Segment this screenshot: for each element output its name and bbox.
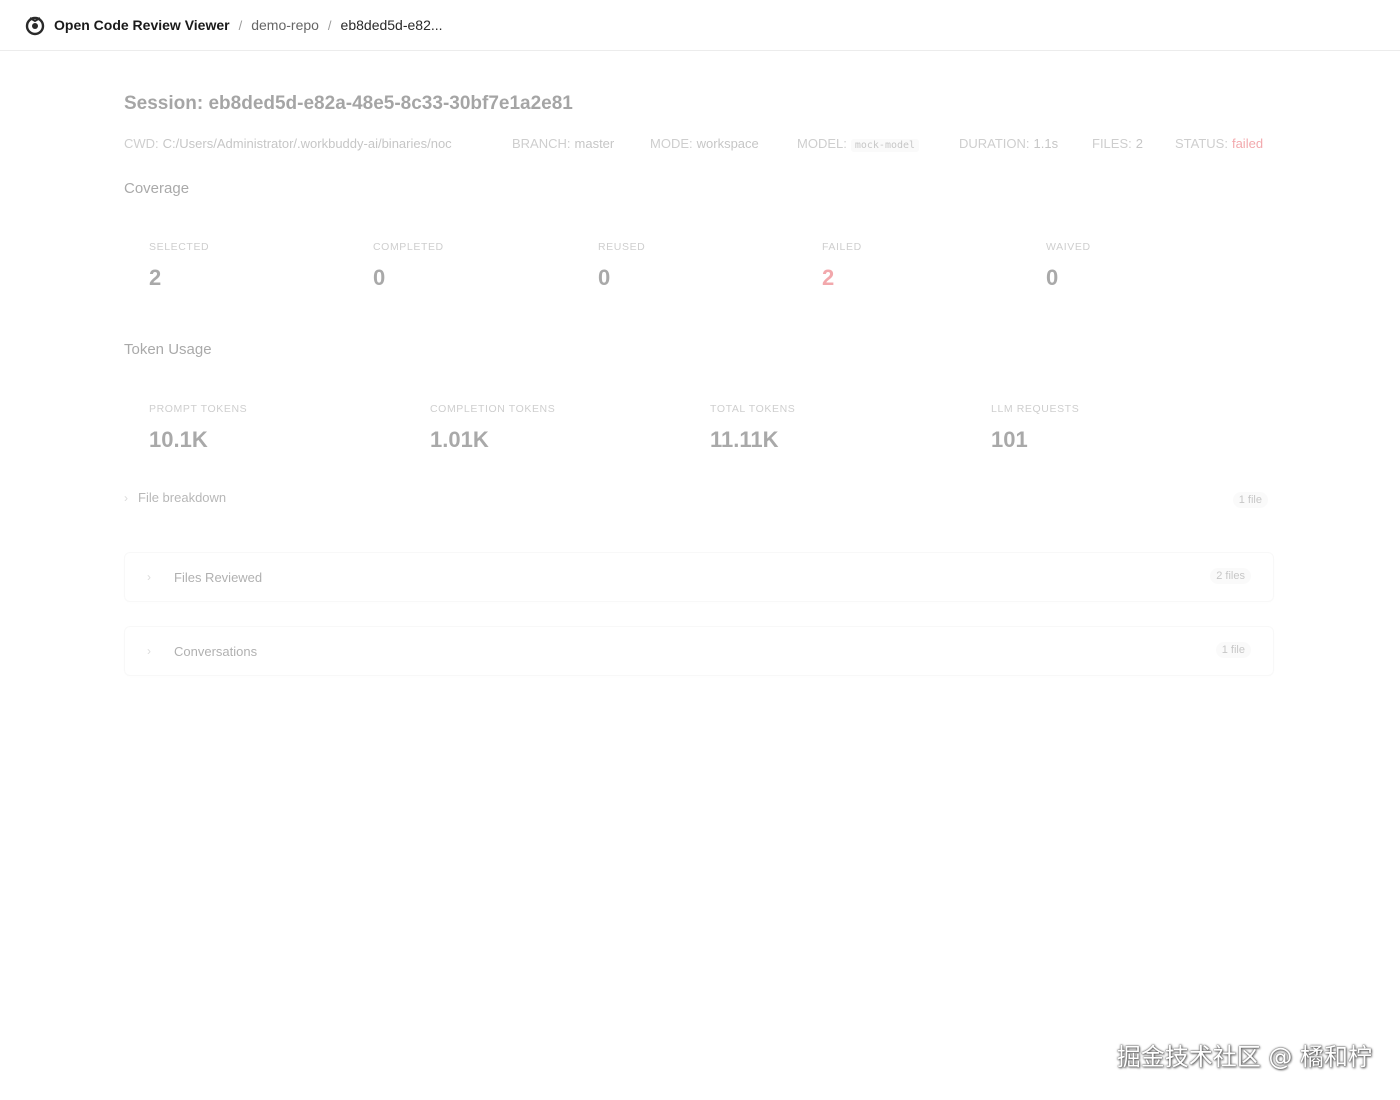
stat-llm-requests: LLM REQUESTS 101 xyxy=(991,403,1079,453)
chevron-right-icon: › xyxy=(147,644,151,658)
conversations-section[interactable]: › Conversations 1 file xyxy=(124,626,1274,676)
meta-mode-value: workspace xyxy=(696,136,759,151)
breadcrumb-app-name[interactable]: Open Code Review Viewer xyxy=(54,17,230,33)
chevron-right-icon: › xyxy=(124,491,128,505)
stat-failed: FAILED 2 xyxy=(822,241,862,291)
breadcrumb-separator: / xyxy=(327,17,332,33)
session-metadata: CWD: C:/Users/Administrator/.workbuddy-ai… xyxy=(124,136,1274,154)
stat-value: 1.01K xyxy=(430,427,489,452)
meta-branch: BRANCH: master xyxy=(512,136,614,151)
watermark: 掘金技术社区 @ 橘和柠 xyxy=(1116,1043,1372,1071)
meta-status: STATUS: failed xyxy=(1175,136,1263,151)
meta-duration: DURATION: 1.1s xyxy=(959,136,1058,151)
files-reviewed-section[interactable]: › Files Reviewed 2 files xyxy=(124,552,1274,602)
stat-label: COMPLETED xyxy=(373,241,444,253)
meta-status-label: STATUS: xyxy=(1175,136,1228,151)
meta-files-label: FILES: xyxy=(1092,136,1132,151)
stat-value: 101 xyxy=(991,427,1028,452)
stat-label: REUSED xyxy=(598,241,646,253)
stat-value: 0 xyxy=(1046,265,1059,290)
stat-value: 0 xyxy=(373,265,386,290)
stat-label: LLM REQUESTS xyxy=(991,403,1080,415)
file-breakdown-toggle[interactable]: › File breakdown 1 file xyxy=(124,490,1274,514)
meta-duration-value: 1.1s xyxy=(1033,136,1059,151)
stat-value: 2 xyxy=(822,265,835,290)
stat-reused: REUSED 0 xyxy=(598,241,645,291)
file-count-badge: 1 file xyxy=(1215,642,1251,658)
stat-label: FAILED xyxy=(822,241,862,253)
breadcrumb-session: eb8ded5d-e82... xyxy=(340,17,443,33)
meta-cwd: CWD: C:/Users/Administrator/.workbuddy-ai… xyxy=(124,136,481,151)
file-count-badge: 1 file xyxy=(1232,492,1268,508)
conversations-label: Conversations xyxy=(174,644,258,659)
meta-mode: MODE: workspace xyxy=(650,136,759,151)
breadcrumb-repo[interactable]: demo-repo xyxy=(251,17,319,33)
meta-cwd-value: C:/Users/Administrator/.workbuddy-ai/bin… xyxy=(162,136,452,151)
stat-label: SELECTED xyxy=(149,241,210,253)
meta-branch-value: master xyxy=(574,136,615,151)
file-breakdown-label: File breakdown xyxy=(138,490,227,505)
page-title: Session: eb8ded5d-e82a-48e5-8c33-30bf7e1… xyxy=(124,93,573,114)
stat-label: COMPLETION TOKENS xyxy=(430,403,556,415)
token-usage-heading: Token Usage xyxy=(124,341,212,358)
breadcrumb-separator: / xyxy=(238,17,243,33)
meta-model-value: mock-model xyxy=(850,139,920,152)
stat-value: 2 xyxy=(149,265,162,290)
top-navigation-bar: Open Code Review Viewer / demo-repo / eb… xyxy=(0,0,1400,51)
coverage-stats: SELECTED 2 COMPLETED 0 REUSED 0 FAILED 2… xyxy=(149,241,1249,301)
status-badge: failed xyxy=(1231,136,1264,151)
meta-mode-label: MODE: xyxy=(650,136,693,151)
stat-label: PROMPT TOKENS xyxy=(149,403,248,415)
files-reviewed-label: Files Reviewed xyxy=(174,570,263,585)
stat-completed: COMPLETED 0 xyxy=(373,241,444,291)
stat-value: 11.11K xyxy=(710,427,779,452)
meta-files-value: 2 xyxy=(1135,136,1143,151)
file-count-badge: 2 files xyxy=(1210,568,1251,584)
meta-branch-label: BRANCH: xyxy=(512,136,571,151)
app-logo-icon[interactable] xyxy=(24,14,46,36)
meta-model-label: MODEL: xyxy=(797,136,847,151)
stat-value: 0 xyxy=(598,265,611,290)
meta-duration-label: DURATION: xyxy=(959,136,1030,151)
stat-prompt-tokens: PROMPT TOKENS 10.1K xyxy=(149,403,247,453)
stat-label: TOTAL TOKENS xyxy=(710,403,796,415)
meta-cwd-label: CWD: xyxy=(124,136,159,151)
stat-completion-tokens: COMPLETION TOKENS 1.01K xyxy=(430,403,555,453)
stat-label: WAIVED xyxy=(1046,241,1091,253)
chevron-right-icon: › xyxy=(147,570,151,584)
stat-waived: WAIVED 0 xyxy=(1046,241,1091,291)
meta-model: MODEL: mock-model xyxy=(797,136,920,152)
coverage-heading: Coverage xyxy=(124,180,190,197)
token-usage-stats: PROMPT TOKENS 10.1K COMPLETION TOKENS 1.… xyxy=(149,403,1249,463)
stat-value: 10.1K xyxy=(149,427,208,452)
stat-selected: SELECTED 2 xyxy=(149,241,209,291)
stat-total-tokens: TOTAL TOKENS 11.11K xyxy=(710,403,795,453)
meta-files: FILES: 2 xyxy=(1092,136,1143,151)
